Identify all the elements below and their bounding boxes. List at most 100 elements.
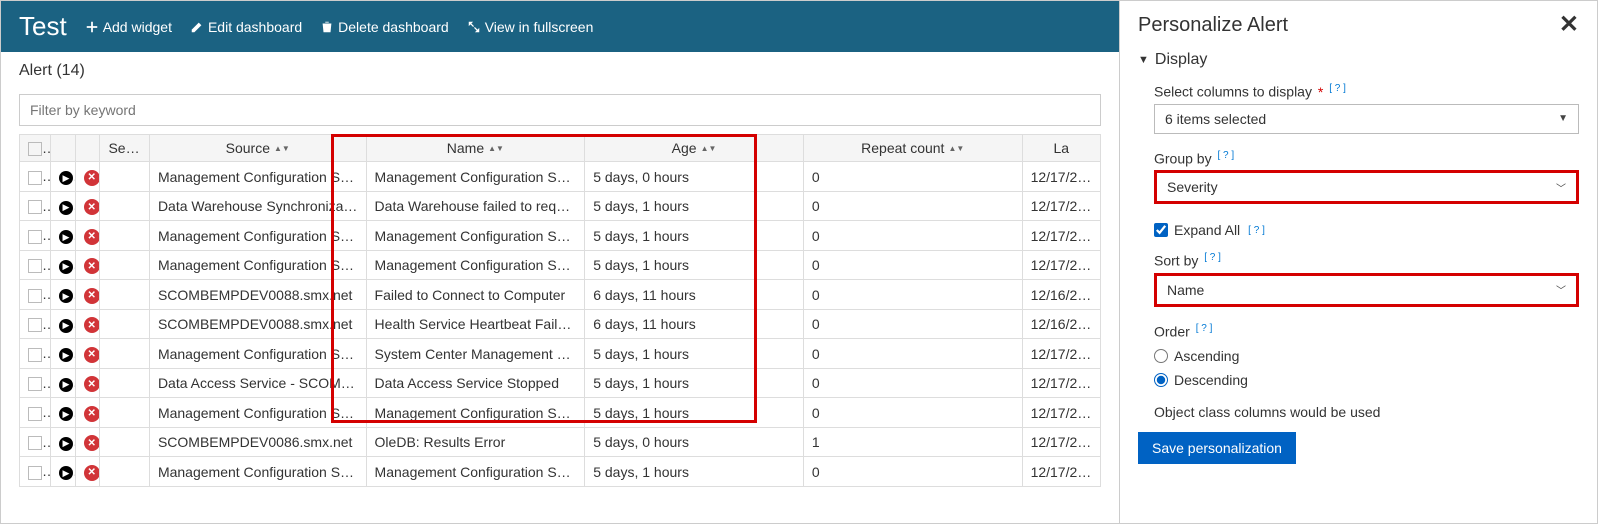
table-row[interactable]: ▶✕Management Configuration ServiceSystem…	[20, 339, 1101, 369]
delete-dashboard-label: Delete dashboard	[338, 19, 449, 35]
col-repeat[interactable]: Repeat count	[861, 140, 944, 156]
severity-critical-icon: ✕	[84, 435, 100, 451]
fullscreen-button[interactable]: View in fullscreen	[467, 19, 594, 35]
save-personalization-button[interactable]: Save personalization	[1138, 432, 1296, 464]
display-section-toggle[interactable]: ▼ Display	[1138, 51, 1579, 69]
col-source[interactable]: Source	[226, 140, 270, 156]
fullscreen-label: View in fullscreen	[485, 19, 594, 35]
help-icon[interactable]: [ ? ]	[1196, 323, 1213, 334]
table-row[interactable]: ▶✕SCOMBEMPDEV0088.smx.netHealth Service …	[20, 309, 1101, 339]
personalize-panel: Personalize Alert ✕ ▼ Display Select col…	[1119, 1, 1597, 523]
table-row[interactable]: ▶ ✕ SCOMBEMPDEV0086.smx.netOleDB: Results …	[20, 427, 1101, 457]
table-row[interactable]: ▶✕SCOMBEMPDEV0088.smx.netFailed to Conne…	[20, 280, 1101, 310]
expand-all-label: Expand All	[1174, 222, 1240, 238]
expand-row-icon[interactable]: ▶	[59, 319, 73, 333]
cell-name: Data Access Service Stopped	[366, 368, 585, 398]
table-row[interactable]: ▶✕Management Configuration ServiceManage…	[20, 457, 1101, 487]
chevron-down-icon: ﹀	[1556, 282, 1566, 297]
pencil-icon	[190, 20, 204, 34]
add-widget-button[interactable]: Add widget	[85, 19, 172, 35]
sort-by-dropdown[interactable]: Name ﹀	[1154, 273, 1579, 307]
expand-row-icon[interactable]: ▶	[59, 378, 73, 392]
expand-row-icon[interactable]: ▶	[59, 348, 73, 362]
row-checkbox[interactable]	[28, 289, 42, 303]
table-row[interactable]: ▶✕Management Configuration ServiceManage…	[20, 162, 1101, 192]
expand-all-checkbox[interactable]	[1154, 223, 1168, 237]
cell-name: OleDB: Results Error	[366, 427, 585, 457]
close-icon[interactable]: ✕	[1559, 13, 1579, 37]
filter-input[interactable]	[19, 94, 1101, 126]
help-icon[interactable]: [ ? ]	[1204, 252, 1221, 263]
row-checkbox[interactable]	[28, 230, 42, 244]
cell-source: SCOMBEMPDEV0088.smx.net	[149, 280, 366, 310]
row-checkbox[interactable]	[28, 436, 42, 450]
ascending-label: Ascending	[1174, 348, 1239, 364]
severity-critical-icon: ✕	[84, 317, 100, 333]
expand-row-icon[interactable]: ▶	[59, 289, 73, 303]
severity-critical-icon: ✕	[84, 465, 100, 481]
row-checkbox[interactable]	[28, 348, 42, 362]
row-checkbox[interactable]	[28, 318, 42, 332]
expand-row-icon[interactable]: ▶	[59, 201, 73, 215]
expand-row-icon[interactable]: ▶	[59, 171, 73, 185]
descending-label: Descending	[1174, 372, 1248, 388]
col-severity[interactable]: Sever	[108, 140, 145, 156]
cell-repeat: 0	[803, 250, 1022, 280]
display-section-label: Display	[1155, 51, 1207, 69]
expand-row-icon[interactable]: ▶	[59, 407, 73, 421]
col-name[interactable]: Name	[447, 140, 484, 156]
severity-critical-icon: ✕	[84, 170, 100, 186]
help-icon[interactable]: [ ? ]	[1217, 150, 1234, 161]
caret-down-icon: ▼	[1138, 54, 1149, 66]
row-checkbox[interactable]	[28, 407, 42, 421]
cell-last: 12/16/2020	[1022, 309, 1100, 339]
expand-row-icon[interactable]: ▶	[59, 466, 73, 480]
panel-title: Personalize Alert	[1138, 14, 1288, 37]
help-icon[interactable]: [ ? ]	[1248, 225, 1265, 236]
row-checkbox[interactable]	[28, 171, 42, 185]
severity-critical-icon: ✕	[84, 288, 100, 304]
cell-repeat: 0	[803, 280, 1022, 310]
cell-repeat: 0	[803, 368, 1022, 398]
cell-last: 12/17/2020	[1022, 457, 1100, 487]
cell-age: 5 days, 1 hours	[585, 191, 804, 221]
col-last[interactable]: La	[1053, 140, 1069, 156]
required-asterisk: *	[1318, 84, 1323, 100]
expand-row-icon[interactable]: ▶	[59, 260, 73, 274]
select-all-checkbox[interactable]	[28, 142, 42, 156]
alert-count-title: Alert (14)	[1, 52, 1119, 90]
row-checkbox[interactable]	[28, 200, 42, 214]
row-checkbox[interactable]	[28, 377, 42, 391]
chevron-down-icon: ▼	[1558, 113, 1568, 124]
col-age[interactable]: Age	[672, 140, 697, 156]
ascending-radio[interactable]	[1154, 349, 1168, 363]
descending-radio[interactable]	[1154, 373, 1168, 387]
severity-critical-icon: ✕	[84, 229, 100, 245]
table-row[interactable]: ▶✕Data Warehouse Synchronization SeData …	[20, 191, 1101, 221]
table-row[interactable]: ▶ ✕ Management Configuration ServiceManage…	[20, 221, 1101, 251]
cell-name: Management Configuration Service l	[366, 398, 585, 428]
help-icon[interactable]: [ ? ]	[1329, 83, 1346, 94]
table-row[interactable]: ▶✕Data Access Service - SCOMBEMPDEData A…	[20, 368, 1101, 398]
cell-repeat: 0	[803, 309, 1022, 339]
severity-critical-icon: ✕	[84, 347, 100, 363]
table-row[interactable]: ▶✕Management Configuration ServiceManage…	[20, 398, 1101, 428]
cell-last: 12/16/2020	[1022, 280, 1100, 310]
row-checkbox[interactable]	[28, 259, 42, 273]
cell-source: Management Configuration Service	[149, 221, 366, 251]
expand-row-icon[interactable]: ▶	[59, 230, 73, 244]
trash-icon	[320, 20, 334, 34]
delete-dashboard-button[interactable]: Delete dashboard	[320, 19, 449, 35]
cell-source: Management Configuration Service	[149, 250, 366, 280]
columns-dropdown[interactable]: 6 items selected ▼	[1154, 104, 1579, 134]
cell-name: Management Configuration Service l	[366, 221, 585, 251]
edit-dashboard-button[interactable]: Edit dashboard	[190, 19, 302, 35]
group-by-dropdown[interactable]: Severity ﹀	[1154, 170, 1579, 204]
expand-row-icon[interactable]: ▶	[59, 437, 73, 451]
table-row[interactable]: ▶✕Management Configuration ServiceManage…	[20, 250, 1101, 280]
cell-name: Management Configuration Service l	[366, 457, 585, 487]
cell-source: Data Warehouse Synchronization Se	[149, 191, 366, 221]
row-checkbox[interactable]	[28, 466, 42, 480]
cell-source: Data Access Service - SCOMBEMPDE	[149, 368, 366, 398]
cell-source: SCOMBEMPDEV0086.smx.net	[149, 427, 366, 457]
